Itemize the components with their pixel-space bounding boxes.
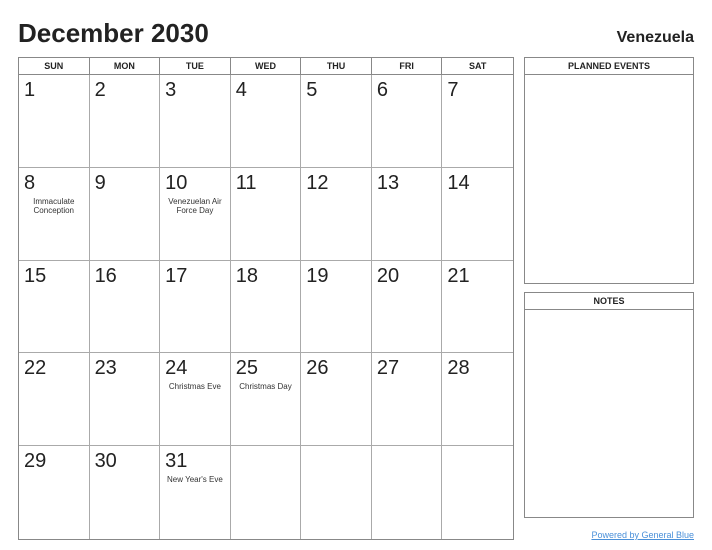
notes-title: NOTES bbox=[525, 293, 693, 310]
day-cell: 19 bbox=[301, 261, 372, 354]
day-cell bbox=[301, 446, 372, 539]
day-cell: 15 bbox=[19, 261, 90, 354]
day-cell: 11 bbox=[231, 168, 302, 261]
day-number: 11 bbox=[236, 171, 257, 195]
day-number: 23 bbox=[95, 356, 117, 380]
day-cell: 26 bbox=[301, 353, 372, 446]
day-number: 28 bbox=[447, 356, 469, 380]
day-cell: 30 bbox=[90, 446, 161, 539]
day-header-wed: WED bbox=[231, 58, 302, 74]
day-number: 15 bbox=[24, 264, 46, 288]
page-title: December 2030 bbox=[18, 18, 209, 49]
day-number: 24 bbox=[165, 356, 187, 380]
day-cell: 10 Venezuelan Air Force Day bbox=[160, 168, 231, 261]
day-header-fri: FRI bbox=[372, 58, 443, 74]
event-label: Venezuelan Air Force Day bbox=[165, 197, 225, 216]
powered-by: Powered by General Blue bbox=[524, 530, 694, 540]
day-number: 31 bbox=[165, 449, 187, 473]
day-cell: 27 bbox=[372, 353, 443, 446]
day-number: 25 bbox=[236, 356, 258, 380]
sidebar: PLANNED EVENTS NOTES Powered by General … bbox=[524, 57, 694, 540]
day-number: 10 bbox=[165, 171, 187, 195]
day-cell: 31 New Year's Eve bbox=[160, 446, 231, 539]
day-cell bbox=[231, 446, 302, 539]
day-number: 17 bbox=[165, 264, 187, 288]
day-cell: 13 bbox=[372, 168, 443, 261]
day-number: 12 bbox=[306, 171, 328, 195]
day-cell: 2 bbox=[90, 75, 161, 168]
planned-events-box: PLANNED EVENTS bbox=[524, 57, 694, 284]
day-cell: 22 bbox=[19, 353, 90, 446]
event-label: Christmas Day bbox=[236, 382, 296, 392]
day-header-sat: SAT bbox=[442, 58, 513, 74]
day-number: 20 bbox=[377, 264, 399, 288]
day-cell: 28 bbox=[442, 353, 513, 446]
calendar: SUNMONTUEWEDTHUFRISAT 12345678Immaculate… bbox=[18, 57, 514, 540]
calendar-grid: 12345678Immaculate Conception910Venezuel… bbox=[19, 75, 513, 539]
planned-events-title: PLANNED EVENTS bbox=[525, 58, 693, 75]
day-cell: 21 bbox=[442, 261, 513, 354]
day-number: 18 bbox=[236, 264, 258, 288]
day-cell: 14 bbox=[442, 168, 513, 261]
day-cell: 25 Christmas Day bbox=[231, 353, 302, 446]
day-number: 14 bbox=[447, 171, 469, 195]
day-cell: 23 bbox=[90, 353, 161, 446]
day-cell: 18 bbox=[231, 261, 302, 354]
day-headers: SUNMONTUEWEDTHUFRISAT bbox=[19, 58, 513, 75]
powered-by-link[interactable]: Powered by General Blue bbox=[591, 530, 694, 540]
page: December 2030 Venezuela SUNMONTUEWEDTHUF… bbox=[0, 0, 712, 550]
day-cell: 1 bbox=[19, 75, 90, 168]
day-number: 4 bbox=[236, 78, 247, 102]
day-cell bbox=[372, 446, 443, 539]
day-cell: 9 bbox=[90, 168, 161, 261]
day-cell: 20 bbox=[372, 261, 443, 354]
day-number: 19 bbox=[306, 264, 328, 288]
header: December 2030 Venezuela bbox=[18, 18, 694, 49]
day-number: 9 bbox=[95, 171, 106, 195]
day-cell: 4 bbox=[231, 75, 302, 168]
day-cell: 7 bbox=[442, 75, 513, 168]
day-cell: 8 Immaculate Conception bbox=[19, 168, 90, 261]
day-cell: 6 bbox=[372, 75, 443, 168]
day-number: 6 bbox=[377, 78, 388, 102]
day-cell: 5 bbox=[301, 75, 372, 168]
day-header-sun: SUN bbox=[19, 58, 90, 74]
day-number: 8 bbox=[24, 171, 35, 195]
main-content: SUNMONTUEWEDTHUFRISAT 12345678Immaculate… bbox=[18, 57, 694, 540]
day-number: 16 bbox=[95, 264, 117, 288]
day-number: 13 bbox=[377, 171, 399, 195]
event-label: New Year's Eve bbox=[165, 475, 225, 485]
day-number: 29 bbox=[24, 449, 46, 473]
day-cell: 3 bbox=[160, 75, 231, 168]
planned-events-content bbox=[525, 75, 693, 283]
day-cell: 24 Christmas Eve bbox=[160, 353, 231, 446]
day-number: 27 bbox=[377, 356, 399, 380]
day-header-thu: THU bbox=[301, 58, 372, 74]
day-number: 30 bbox=[95, 449, 117, 473]
notes-content[interactable] bbox=[525, 310, 693, 518]
day-header-tue: TUE bbox=[160, 58, 231, 74]
day-number: 5 bbox=[306, 78, 317, 102]
day-cell: 12 bbox=[301, 168, 372, 261]
day-cell bbox=[442, 446, 513, 539]
day-header-mon: MON bbox=[90, 58, 161, 74]
day-number: 22 bbox=[24, 356, 46, 380]
country-label: Venezuela bbox=[617, 29, 694, 47]
day-cell: 16 bbox=[90, 261, 161, 354]
day-number: 1 bbox=[24, 78, 35, 102]
day-cell: 29 bbox=[19, 446, 90, 539]
event-label: Christmas Eve bbox=[165, 382, 225, 392]
notes-box: NOTES bbox=[524, 292, 694, 519]
day-number: 3 bbox=[165, 78, 176, 102]
day-cell: 17 bbox=[160, 261, 231, 354]
day-number: 21 bbox=[447, 264, 469, 288]
day-number: 7 bbox=[447, 78, 458, 102]
day-number: 2 bbox=[95, 78, 106, 102]
event-label: Immaculate Conception bbox=[24, 197, 84, 216]
day-number: 26 bbox=[306, 356, 328, 380]
